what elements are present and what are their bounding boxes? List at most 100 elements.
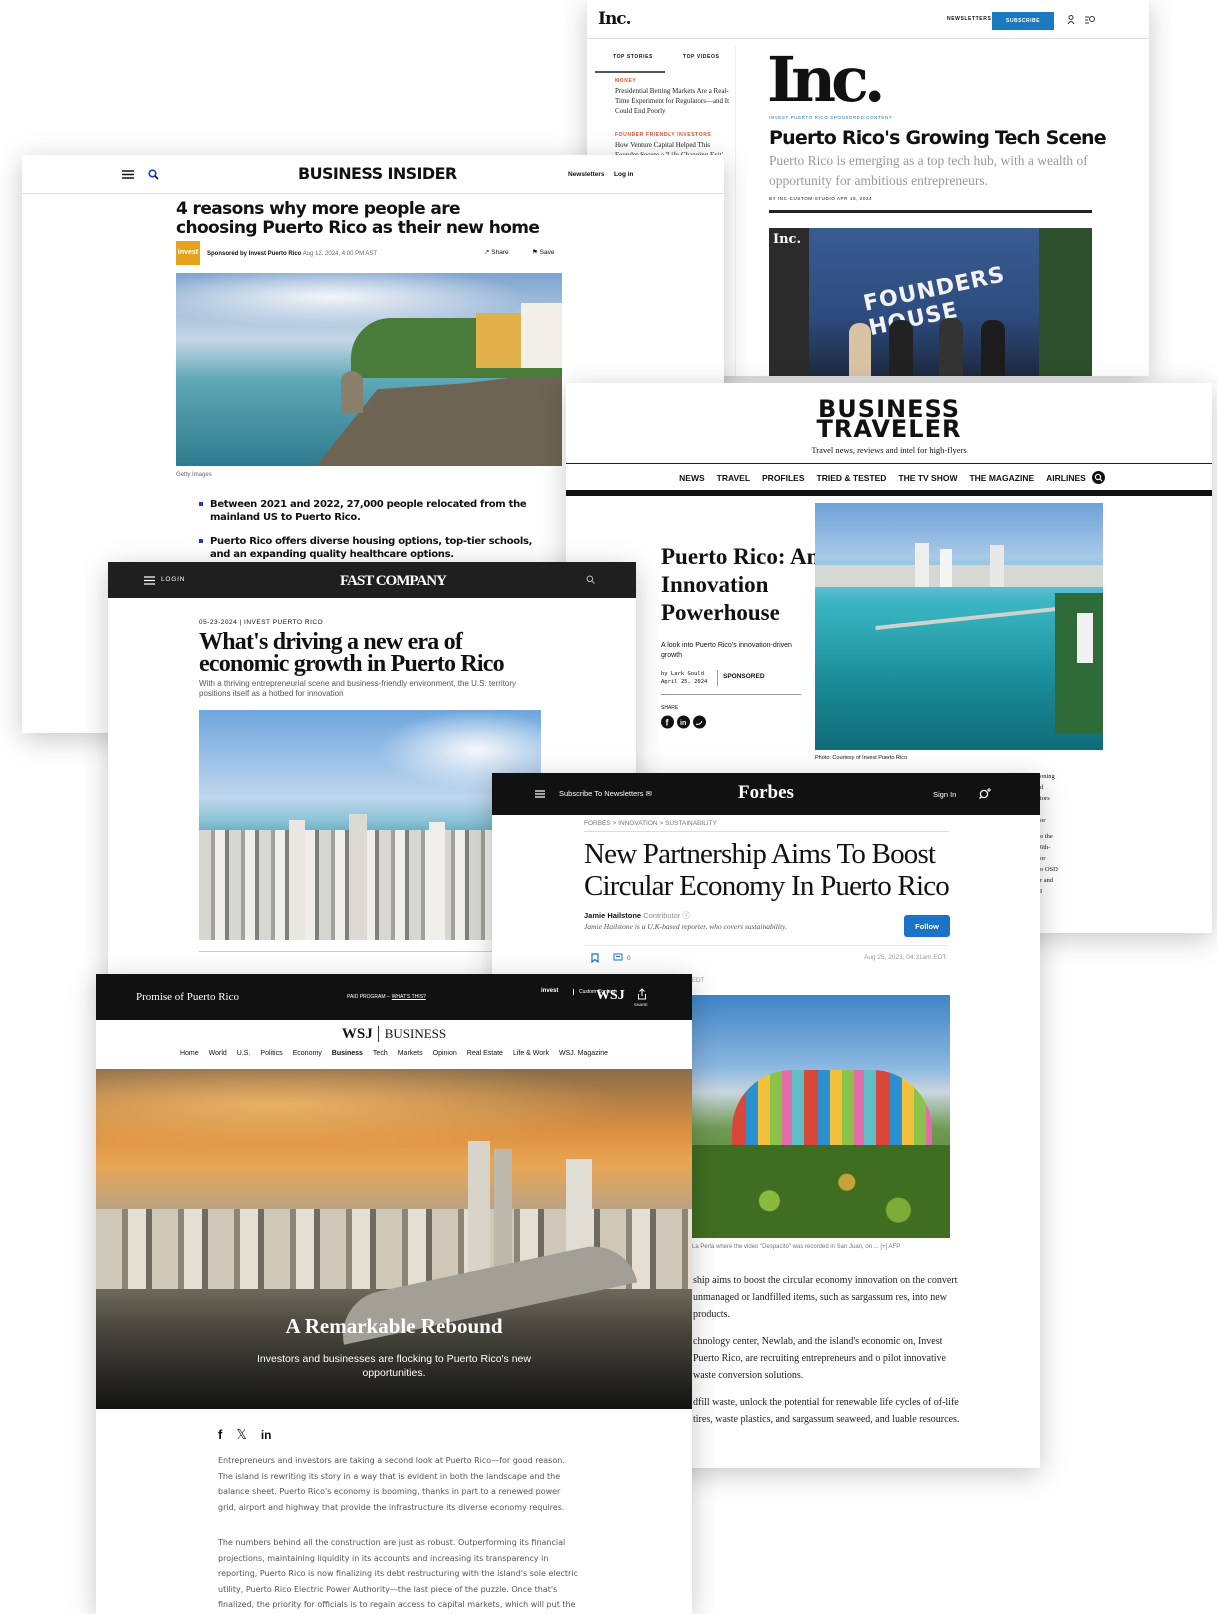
divider	[566, 463, 1212, 464]
bi-logo[interactable]: BUSINESS INSIDER	[298, 164, 457, 183]
article-tag: INVEST PUERTO RICO SPONSORED CONTENT	[769, 115, 893, 120]
share-icon[interactable]	[637, 988, 647, 1000]
search-icon[interactable]	[1091, 471, 1105, 484]
nav-tv-show[interactable]: THE TV SHOW	[898, 473, 957, 483]
author-bio: Jamie Hailstone is a U.K-based reporter,…	[584, 922, 787, 931]
clipped-text: tors	[1040, 795, 1050, 802]
hero-title: A Remarkable Rebound	[285, 1314, 503, 1338]
divider	[584, 831, 949, 832]
story-category: MONEY	[615, 78, 637, 84]
article-paragraph: dfill waste, unlock the potential for re…	[693, 1397, 960, 1425]
article-paragraph: The numbers behind all the construction …	[218, 1538, 578, 1609]
photo-caption: La Perla where the video "Despacito" was…	[692, 1244, 901, 1250]
share-icon: ↗	[484, 249, 490, 256]
nav-tech[interactable]: Tech	[373, 1050, 388, 1057]
wsj-logo[interactable]: WSJ	[596, 988, 625, 1004]
story-category: FOUNDER FRIENDLY INVESTORS	[615, 132, 712, 138]
share-button[interactable]: ↗ Share	[484, 248, 509, 256]
bt-tagline: Travel news, reviews and intel for high-…	[811, 445, 967, 455]
login-link[interactable]: LOGIN	[161, 576, 185, 583]
sign-in-link[interactable]: Sign In	[933, 790, 956, 799]
wsj-screenshot: Promise of Puerto Rico PAID PROGRAM – WHA…	[96, 974, 692, 1614]
clipped-text: EDT	[692, 978, 704, 984]
nav-opinion[interactable]: Opinion	[433, 1050, 457, 1057]
inc-logo[interactable]: Inc.	[598, 9, 632, 29]
search-icon[interactable]	[979, 787, 992, 800]
search-icon[interactable]	[148, 169, 159, 180]
nav-us[interactable]: U.S.	[237, 1050, 251, 1057]
nav-wsj-magazine[interactable]: WSJ. Magazine	[559, 1050, 608, 1057]
comment-icon[interactable]	[613, 953, 623, 962]
paid-program-label: PAID PROGRAM – WHAT'S THIS?	[347, 994, 426, 1000]
info-icon: ⓘ	[682, 911, 690, 920]
hamburger-menu-icon[interactable]	[535, 790, 545, 798]
clipped-text: r and	[1040, 877, 1054, 884]
subscribe-newsletters-link[interactable]: Subscribe To Newsletters ✉	[559, 789, 652, 798]
fc-header: LOGIN FAST COMPANY	[108, 562, 636, 598]
white-building	[521, 303, 562, 368]
nav-politics[interactable]: Politics	[260, 1050, 282, 1057]
facebook-icon[interactable]: f	[218, 1427, 222, 1442]
sunset-clouds	[96, 1069, 692, 1159]
nav-profiles[interactable]: PROFILES	[762, 473, 805, 483]
newsletters-link[interactable]: Newsletters	[568, 171, 605, 178]
author-name[interactable]: Jamie Hailstone	[584, 911, 641, 920]
article-headline: What's driving a new era of economic gro…	[199, 629, 505, 677]
linkedin-icon[interactable]: in	[261, 1428, 272, 1442]
bt-logo-line2[interactable]: TRAVELER	[566, 417, 1212, 441]
article-title: Puerto Rico's Growing Tech Scene	[769, 127, 1107, 149]
nav-real-estate[interactable]: Real Estate	[467, 1050, 503, 1057]
la-perla-photo	[692, 995, 950, 1238]
nav-airlines[interactable]: AIRLINES	[1046, 473, 1086, 483]
subscribe-button[interactable]: SUBSCRIBE	[992, 12, 1054, 30]
article-dek: A look into Puerto Rico's innovation-dri…	[661, 642, 792, 659]
san-juan-skyline-photo	[199, 710, 541, 940]
program-title[interactable]: Promise of Puerto Rico	[136, 991, 239, 1003]
nav-life-work[interactable]: Life & Work	[513, 1050, 549, 1057]
bridge	[875, 604, 1085, 630]
forbes-logo[interactable]: Forbes	[738, 782, 794, 804]
clipped-text: I	[1040, 888, 1043, 895]
story-link[interactable]: Presidential Betting Markets Are a Real-…	[615, 86, 730, 116]
x-icon[interactable]: 𝕏	[236, 1428, 246, 1443]
tab-top-videos[interactable]: TOP VIDEOS	[683, 54, 719, 60]
clipped-text: o the	[1040, 833, 1053, 840]
nav-business[interactable]: Business	[332, 1050, 363, 1057]
nav-news[interactable]: NEWS	[679, 473, 705, 483]
active-tab-underline	[595, 71, 665, 73]
comment-count[interactable]: 0	[627, 955, 631, 962]
save-button[interactable]: ⚑ Save	[532, 248, 554, 256]
search-icon[interactable]	[586, 575, 595, 584]
nav-economy[interactable]: Economy	[293, 1050, 322, 1057]
article-dek: Puerto Rico is emerging as a top tech hu…	[769, 153, 1088, 188]
san-juan-lagoon-photo	[815, 503, 1103, 750]
bookmark-icon[interactable]	[591, 953, 599, 963]
newsletters-link[interactable]: NEWSLETTERS	[947, 16, 991, 22]
social-share-icons[interactable]: f in	[661, 715, 707, 729]
login-link[interactable]: Log in	[614, 171, 634, 178]
plant-wall	[1039, 228, 1092, 376]
divider	[566, 490, 1212, 496]
whats-this-link[interactable]: WHAT'S THIS?	[392, 994, 426, 1000]
fc-logo[interactable]: FAST COMPANY	[340, 573, 447, 590]
nav-magazine[interactable]: THE MAGAZINE	[969, 473, 1034, 483]
coastline-buildings	[815, 565, 1103, 587]
nav-travel[interactable]: TRAVEL	[717, 473, 750, 483]
article-paragraph: chnology center, Newlab, and the island'…	[693, 1336, 946, 1381]
nav-home[interactable]: Home	[180, 1050, 199, 1057]
nav-world[interactable]: World	[209, 1050, 227, 1057]
nav-tried-tested[interactable]: TRIED & TESTED	[817, 473, 887, 483]
search-icon[interactable]	[1084, 15, 1096, 24]
hero-dek: Investors and businesses are flocking to…	[257, 1353, 531, 1379]
divider	[661, 694, 801, 695]
breadcrumb[interactable]: FORBES > INNOVATION > SUSTAINABILITY	[584, 820, 717, 827]
old-san-juan-photo	[176, 273, 562, 466]
tab-top-stories[interactable]: TOP STORIES	[613, 54, 653, 60]
hamburger-menu-icon[interactable]	[144, 576, 155, 585]
bi-header: BUSINESS INSIDER Newsletters Log in	[22, 155, 724, 194]
article-headline: Puerto Rico: An Innovation Powerhouse	[661, 544, 820, 625]
user-icon[interactable]	[1067, 15, 1075, 24]
nav-markets[interactable]: Markets	[398, 1050, 423, 1057]
hamburger-menu-icon[interactable]	[122, 170, 134, 179]
follow-button[interactable]: Follow	[904, 915, 950, 937]
